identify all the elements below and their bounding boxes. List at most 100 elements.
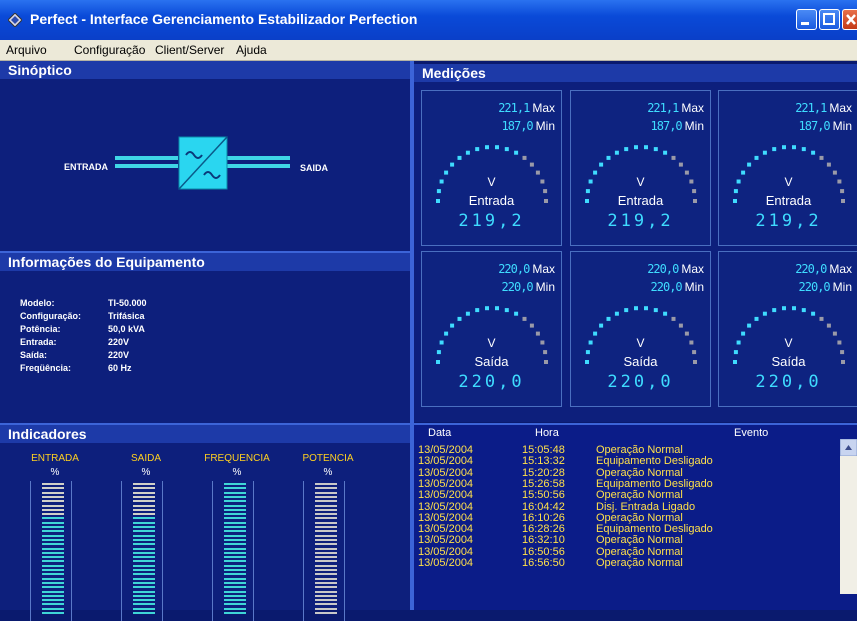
gauge-tick <box>762 311 767 316</box>
bar-segment <box>315 603 337 606</box>
bar-segment <box>224 556 246 559</box>
gauge-tick <box>634 306 638 311</box>
bar-segment <box>42 547 64 550</box>
gauge-tick <box>772 308 777 313</box>
medicoes-panel: Medições 221,1 Max 187,0 Min V Entrada 219,2 22… <box>414 64 857 422</box>
bar-segment <box>224 543 246 546</box>
bar-segment <box>315 573 337 576</box>
log-time: 16:28:26 <box>522 523 565 536</box>
bar-segment <box>315 487 337 490</box>
bar-segment <box>42 573 64 576</box>
gauge-tick <box>663 311 668 316</box>
gauge-tick <box>832 331 837 336</box>
gauge-max: 220,0 Max <box>795 262 852 276</box>
bar-segment <box>315 612 337 614</box>
log-date: 13/05/2004 <box>418 557 474 569</box>
gauge-tick <box>754 155 759 160</box>
indicadores-header: Indicadores <box>0 425 410 443</box>
bar-segment <box>224 581 246 584</box>
bar-segment <box>315 538 337 541</box>
bar-segment <box>42 551 64 554</box>
gauge-value: 220,0 <box>755 372 822 392</box>
bar-segment <box>315 495 337 498</box>
bar-segment <box>42 569 64 571</box>
gauge-tick <box>535 331 540 336</box>
bar-segment <box>315 483 337 485</box>
bar-segment <box>224 603 246 606</box>
bar-segment <box>133 569 155 571</box>
bar-segment <box>133 530 155 533</box>
bar-segment <box>133 543 155 546</box>
gauge-tick <box>485 145 489 150</box>
bar-segment <box>42 538 64 541</box>
gauge-tick <box>772 147 777 152</box>
bar-segment <box>224 612 246 614</box>
log-date: 13/05/2004 <box>418 545 474 558</box>
bar-segment <box>42 612 64 614</box>
event-log[interactable]: Data Hora Evento 13/05/2004 15:05:48 Opera… <box>414 425 857 610</box>
gauge-tick <box>444 170 449 175</box>
vertical-scrollbar[interactable] <box>839 438 857 594</box>
column-header-data[interactable]: Data <box>428 425 451 441</box>
bar-segment <box>42 487 64 490</box>
bar-segment <box>315 581 337 584</box>
bar-segment <box>315 500 337 503</box>
minimize-icon <box>801 22 809 25</box>
close-button[interactable] <box>842 9 857 30</box>
gauge-tick <box>514 150 519 155</box>
menu-client-server[interactable]: Client/Server <box>155 43 224 57</box>
minimize-button[interactable] <box>796 9 817 30</box>
bar-segment <box>42 526 64 528</box>
maximize-button[interactable] <box>819 9 840 30</box>
scroll-up-icon[interactable] <box>839 438 857 457</box>
menu-configuracao[interactable]: Configuração <box>74 43 145 57</box>
column-header-evento[interactable]: Evento <box>734 425 768 441</box>
gauge-tick <box>762 150 767 155</box>
gauge-max: 220,0 Max <box>498 262 555 276</box>
indicator-pct: % <box>141 467 151 478</box>
log-date: 13/05/2004 <box>418 511 474 524</box>
indicator-saida: SAIDA % <box>113 453 179 621</box>
log-time: 16:04:42 <box>522 500 565 513</box>
bar-segment <box>133 495 155 498</box>
gauge-tick <box>475 147 480 152</box>
bar-segment <box>133 586 155 589</box>
gauge-max: 221,1 Max <box>795 101 852 115</box>
bar-segment <box>42 560 64 563</box>
column-header-hora[interactable]: Hora <box>535 425 559 441</box>
bar-segment <box>224 513 246 516</box>
gauge-tick <box>529 162 534 167</box>
log-time: 15:26:58 <box>522 477 565 490</box>
menu-ajuda[interactable]: Ajuda <box>236 43 267 57</box>
bar-segment <box>315 526 337 528</box>
bar-segment <box>224 573 246 576</box>
gauge-tick <box>606 155 611 160</box>
gauge-label: Saída <box>474 354 509 369</box>
menu-arquivo[interactable]: Arquivo <box>6 43 47 57</box>
bar-segment <box>315 594 337 597</box>
gauge-tick <box>465 311 470 316</box>
gauge-card: 221,1 Max 187,0 Min V Entrada 219,2 <box>570 90 711 246</box>
bar-segment <box>224 560 246 563</box>
gauge-tick <box>495 145 499 150</box>
gauge-tick <box>529 323 534 328</box>
gauge-tick <box>644 145 648 150</box>
gauge-tick <box>671 155 676 160</box>
gauge-tick <box>495 306 499 311</box>
bar-segment <box>42 500 64 503</box>
bar-segment <box>224 517 246 520</box>
gauge-tick <box>599 162 604 167</box>
indicator-pct: % <box>232 467 242 478</box>
gauge-tick <box>522 316 527 321</box>
gauge-tick <box>593 331 598 336</box>
bar-segment <box>133 508 155 511</box>
bar-segment <box>133 487 155 490</box>
bar-segment <box>224 564 246 567</box>
log-date: 13/05/2004 <box>418 466 474 479</box>
log-time: 16:56:50 <box>522 557 565 569</box>
bar-segment <box>42 556 64 559</box>
log-date: 13/05/2004 <box>418 500 474 513</box>
gauge-unit: V <box>636 336 645 350</box>
bar-segment <box>133 517 155 520</box>
log-date: 13/05/2004 <box>418 489 474 502</box>
